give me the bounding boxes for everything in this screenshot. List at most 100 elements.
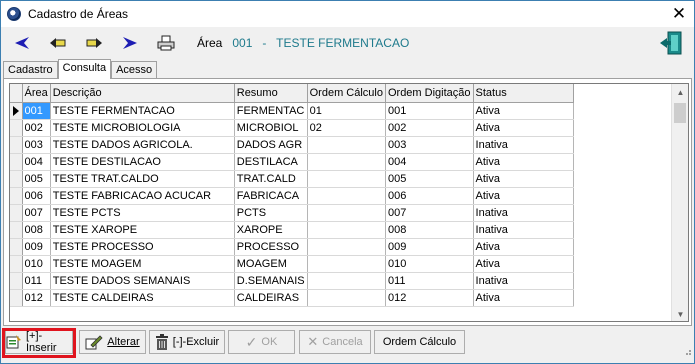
cell-resumo[interactable]: CALDEIRAS [234,289,308,307]
cell-descricao[interactable]: TESTE DADOS AGRICOLA. [50,136,235,154]
cell-status[interactable]: Inativa [473,204,574,222]
table-row[interactable]: 007 TESTE PCTS PCTS 007 Inativa [10,204,574,222]
vertical-scrollbar[interactable]: ▲ ▼ [671,84,688,321]
col-header-ordem-digitacao[interactable]: Ordem Digitação [385,84,474,103]
table-row[interactable]: 010 TESTE MOAGEM MOAGEM 010 Ativa [10,255,574,273]
table-row[interactable]: 004 TESTE DESTILACAO DESTILACA 004 Ativa [10,153,574,171]
cell-descricao[interactable]: TESTE MOAGEM [50,255,235,273]
cell-area[interactable]: 008 [22,221,51,239]
cell-ordem-calculo[interactable]: 02 [307,119,386,137]
row-indicator[interactable] [10,238,23,256]
cell-descricao[interactable]: TESTE XAROPE [50,221,235,239]
cell-area[interactable]: 001 [22,102,51,120]
scroll-down-icon[interactable]: ▼ [672,306,688,321]
cell-area[interactable]: 011 [22,272,51,290]
cell-ordem-calculo[interactable] [307,221,386,239]
cell-descricao[interactable]: TESTE CALDEIRAS [50,289,235,307]
col-header-area[interactable]: Área [22,84,51,103]
table-row[interactable]: 009 TESTE PROCESSO PROCESSO 009 Ativa [10,238,574,256]
close-button[interactable]: ✕ [664,1,694,27]
cell-descricao[interactable]: TESTE TRAT.CALDO [50,170,235,188]
cell-ordem-digitacao[interactable]: 001 [385,102,474,120]
exit-button[interactable] [658,30,684,56]
resize-grip-icon[interactable] [682,346,692,356]
first-record-button[interactable] [9,30,35,56]
cell-area[interactable]: 004 [22,153,51,171]
cell-descricao[interactable]: TESTE PROCESSO [50,238,235,256]
table-row[interactable]: 011 TESTE DADOS SEMANAIS D.SEMANAIS 011 Inat… [10,272,574,290]
cell-ordem-digitacao[interactable]: 012 [385,289,474,307]
cell-status[interactable]: Ativa [473,119,574,137]
table-row[interactable]: 003 TESTE DADOS AGRICOLA. DADOS AGR 003 Inat… [10,136,574,154]
cell-status[interactable]: Inativa [473,136,574,154]
row-indicator[interactable] [10,204,23,222]
cell-resumo[interactable]: MICROBIOL [234,119,308,137]
col-header-descricao[interactable]: Descrição [50,84,235,103]
row-indicator[interactable] [10,136,23,154]
col-header-resumo[interactable]: Resumo [234,84,308,103]
cell-ordem-calculo[interactable]: 01 [307,102,386,120]
cell-status[interactable]: Ativa [473,255,574,273]
tab-consulta[interactable]: Consulta [57,59,112,79]
previous-record-button[interactable] [45,30,71,56]
cell-area[interactable]: 012 [22,289,51,307]
cell-status[interactable]: Ativa [473,153,574,171]
tab-cadastro[interactable]: Cadastro [3,61,58,79]
ok-button[interactable]: ✓ OK [228,330,295,354]
cell-resumo[interactable]: PCTS [234,204,308,222]
alterar-button[interactable]: Alterar [79,330,146,354]
last-record-button[interactable] [117,30,143,56]
excluir-button[interactable]: [-]-Excluir [149,330,225,354]
cell-descricao[interactable]: TESTE DESTILACAO [50,153,235,171]
row-indicator[interactable] [10,119,23,137]
cell-ordem-digitacao[interactable]: 007 [385,204,474,222]
row-indicator[interactable] [10,289,23,307]
cell-resumo[interactable]: FABRICACA [234,187,308,205]
cell-ordem-digitacao[interactable]: 003 [385,136,474,154]
cell-ordem-digitacao[interactable]: 002 [385,119,474,137]
cell-ordem-calculo[interactable] [307,238,386,256]
cell-ordem-calculo[interactable] [307,153,386,171]
col-header-status[interactable]: Status [473,84,574,103]
cell-status[interactable]: Ativa [473,102,574,120]
print-button[interactable] [153,30,179,56]
cell-descricao[interactable]: TESTE DADOS SEMANAIS [50,272,235,290]
cell-ordem-digitacao[interactable]: 009 [385,238,474,256]
cell-ordem-digitacao[interactable]: 010 [385,255,474,273]
cell-ordem-calculo[interactable] [307,187,386,205]
row-indicator[interactable] [10,170,23,188]
cell-status[interactable]: Ativa [473,187,574,205]
table-row[interactable]: 008 TESTE XAROPE XAROPE 008 Inativa [10,221,574,239]
cell-resumo[interactable]: MOAGEM [234,255,308,273]
row-indicator[interactable] [10,272,23,290]
cell-status[interactable]: Ativa [473,289,574,307]
cell-resumo[interactable]: TRAT.CALD [234,170,308,188]
cell-resumo[interactable]: DADOS AGR [234,136,308,154]
cell-ordem-digitacao[interactable]: 006 [385,187,474,205]
cell-ordem-digitacao[interactable]: 008 [385,221,474,239]
scroll-up-icon[interactable]: ▲ [672,84,688,101]
cell-ordem-calculo[interactable] [307,272,386,290]
cell-area[interactable]: 005 [22,170,51,188]
cell-area[interactable]: 003 [22,136,51,154]
cell-resumo[interactable]: DESTILACA [234,153,308,171]
cell-status[interactable]: Ativa [473,170,574,188]
cell-resumo[interactable]: XAROPE [234,221,308,239]
table-row[interactable]: 005 TESTE TRAT.CALDO TRAT.CALD 005 Ativa [10,170,574,188]
cell-ordem-digitacao[interactable]: 011 [385,272,474,290]
cell-ordem-digitacao[interactable]: 005 [385,170,474,188]
cell-resumo[interactable]: FERMENTAC [234,102,308,120]
cell-ordem-calculo[interactable] [307,255,386,273]
cell-ordem-calculo[interactable] [307,136,386,154]
tab-acesso[interactable]: Acesso [111,61,158,79]
cell-descricao[interactable]: TESTE FABRICACAO ACUCAR [50,187,235,205]
table-row[interactable]: 002 TESTE MICROBIOLOGIA MICROBIOL 02 002 Ativ… [10,119,574,137]
cell-resumo[interactable]: D.SEMANAIS [234,272,308,290]
scroll-thumb[interactable] [674,103,686,123]
cell-area[interactable]: 010 [22,255,51,273]
cell-status[interactable]: Ativa [473,238,574,256]
cell-area[interactable]: 007 [22,204,51,222]
row-indicator[interactable] [10,221,23,239]
cell-area[interactable]: 009 [22,238,51,256]
table-row[interactable]: 006 TESTE FABRICACAO ACUCAR FABRICACA 006 At… [10,187,574,205]
